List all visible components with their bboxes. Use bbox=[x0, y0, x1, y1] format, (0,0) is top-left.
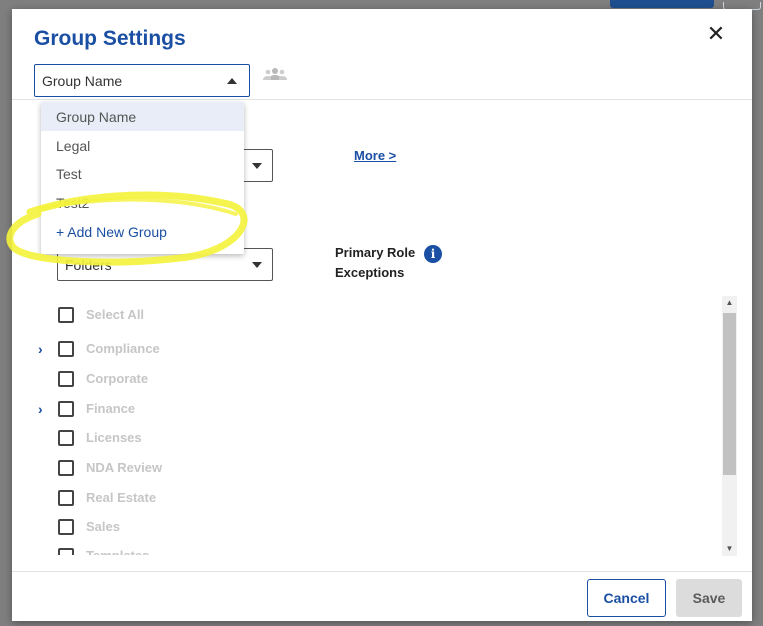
scroll-thumb[interactable] bbox=[723, 313, 736, 475]
cancel-button[interactable]: Cancel bbox=[587, 579, 666, 617]
dropdown-option[interactable]: Test2 bbox=[41, 188, 244, 217]
group-select-value: Group Name bbox=[42, 72, 123, 89]
primary-role-label: Primary Role bbox=[335, 245, 416, 260]
caret-up-icon bbox=[227, 78, 237, 84]
dropdown-option[interactable]: Group Name bbox=[41, 102, 244, 131]
folder-checkbox[interactable] bbox=[58, 430, 74, 446]
folder-list: Select All › Compliance Corporate › Fina… bbox=[12, 299, 712, 555]
folder-label: Compliance bbox=[86, 341, 160, 356]
group-icon bbox=[263, 68, 287, 80]
chevron-right-icon[interactable]: › bbox=[38, 339, 48, 359]
folder-checkbox[interactable] bbox=[58, 460, 74, 476]
folder-checkbox[interactable] bbox=[58, 371, 74, 387]
primary-role-exceptions-label: Primary Role Exceptions bbox=[335, 243, 415, 283]
caret-down-icon bbox=[252, 163, 262, 169]
folder-label: Sales bbox=[86, 519, 120, 534]
folders-select-value: Folders bbox=[65, 256, 112, 273]
folder-checkbox[interactable] bbox=[58, 490, 74, 506]
group-select[interactable]: Group Name bbox=[34, 64, 250, 97]
folder-label: Real Estate bbox=[86, 490, 157, 505]
folder-checkbox[interactable] bbox=[58, 401, 74, 417]
select-all-label: Select All bbox=[86, 307, 145, 322]
folder-label: Finance bbox=[86, 401, 136, 416]
folder-checkbox[interactable] bbox=[58, 548, 74, 555]
dropdown-option[interactable]: Legal bbox=[41, 131, 244, 160]
vertical-scrollbar[interactable]: ▲ ▼ bbox=[722, 296, 737, 556]
folder-checkbox[interactable] bbox=[58, 341, 74, 357]
more-link[interactable]: More > bbox=[354, 148, 396, 163]
footer-divider bbox=[12, 571, 752, 572]
scroll-up-icon[interactable]: ▲ bbox=[722, 296, 737, 310]
select-all-checkbox[interactable] bbox=[58, 307, 74, 323]
scroll-down-icon[interactable]: ▼ bbox=[722, 542, 737, 556]
save-button[interactable]: Save bbox=[676, 579, 742, 617]
caret-down-icon bbox=[252, 262, 262, 268]
group-dropdown-menu: Group Name Legal Test Test2 + Add New Gr… bbox=[41, 102, 244, 254]
add-new-group-option[interactable]: + Add New Group bbox=[41, 217, 244, 246]
header-divider bbox=[12, 99, 752, 100]
exceptions-label: Exceptions bbox=[335, 265, 405, 280]
group-settings-dialog: Group Settings ✕ Group Name More > Folde… bbox=[12, 9, 752, 621]
dialog-title: Group Settings bbox=[34, 27, 186, 50]
folder-label: Corporate bbox=[86, 371, 149, 386]
folder-label: Templates bbox=[86, 546, 149, 555]
dropdown-option[interactable]: Test bbox=[41, 159, 244, 188]
folder-checkbox[interactable] bbox=[58, 519, 74, 535]
close-icon[interactable]: ✕ bbox=[705, 23, 727, 45]
folder-label: Licenses bbox=[86, 430, 142, 445]
info-icon[interactable]: i bbox=[424, 245, 442, 263]
chevron-right-icon[interactable]: › bbox=[38, 399, 48, 419]
background-primary-button bbox=[610, 0, 714, 8]
folder-label: NDA Review bbox=[86, 460, 163, 475]
